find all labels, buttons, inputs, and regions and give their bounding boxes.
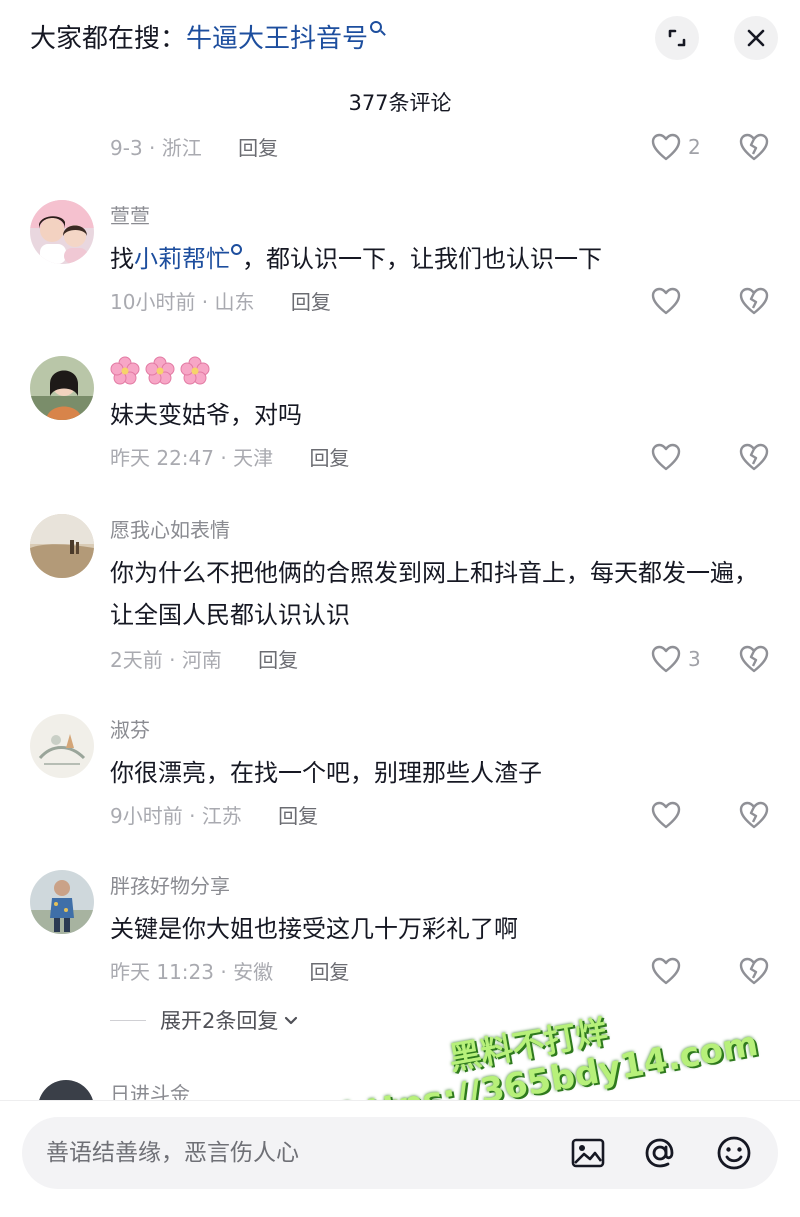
comment-text: 妹夫变姑爷，对吗 [110, 401, 302, 429]
comment-input-placeholder: 善语结善缘，恶言伤人心 [46, 1140, 299, 1166]
close-button[interactable] [734, 16, 778, 60]
like-button[interactable] [650, 442, 688, 472]
reply-button[interactable]: 回复 [258, 648, 298, 672]
like-button[interactable] [650, 800, 688, 830]
expand-replies-button[interactable]: 展开2条回复 [110, 1005, 300, 1035]
comment-meta: 9-3 · 浙江 回复 [110, 136, 279, 160]
search-suggestion-keyword[interactable]: 牛逼大王抖音号 [186, 24, 368, 54]
comment-text: 你很漂亮，在找一个吧，别理那些人渣子 [110, 759, 542, 787]
heart-outline-icon [651, 287, 681, 315]
avatar[interactable] [30, 714, 94, 778]
comment-meta: 2天前 · 河南 回复 [110, 648, 299, 672]
broken-heart-icon [739, 443, 769, 471]
comment-username[interactable]: 愿我心如表情 [110, 516, 230, 544]
comment-meta: 昨天 22:47 · 天津 回复 [110, 446, 350, 470]
comment-meta: 10小时前 · 山东 回复 [110, 290, 331, 314]
dislike-button[interactable] [738, 442, 770, 476]
avatar[interactable] [30, 870, 94, 934]
emoji-icon [717, 1136, 751, 1170]
comment-location: 江苏 [201, 804, 242, 828]
like-button[interactable]: 3 [650, 644, 701, 674]
broken-heart-icon [739, 133, 769, 161]
comment-location: 天津 [233, 446, 274, 470]
comment-search-keyword[interactable]: 小莉帮忙 [134, 245, 230, 273]
at-icon [645, 1138, 674, 1168]
comment-time: 10小时前 [110, 290, 196, 314]
comment-text: 找小莉帮忙 ，都认识一下，让我们也认识一下 [110, 238, 760, 280]
comment-location: 安徽 [233, 960, 274, 984]
comment-time: 9小时前 [110, 804, 183, 828]
comment-username[interactable]: 萱萱 [110, 202, 150, 230]
broken-heart-icon [739, 801, 769, 829]
divider-line [110, 1019, 146, 1021]
heart-outline-icon [651, 801, 681, 829]
close-icon [747, 29, 765, 47]
minimize-button[interactable] [655, 16, 699, 60]
comment-time: 昨天 22:47 [110, 446, 214, 470]
avatar[interactable] [30, 356, 94, 420]
comment-username[interactable]: 淑芬 [110, 716, 150, 744]
expand-replies-label: 展开2条回复 [160, 1009, 279, 1033]
top-bar: 大家都在搜：牛逼大王抖音号 [0, 0, 800, 80]
reply-button[interactable]: 回复 [291, 290, 331, 314]
comment-text-part: 找 [110, 245, 134, 273]
reply-button[interactable]: 回复 [238, 136, 278, 160]
comment-text-part: ，都认识一下，让我们也认识一下 [242, 245, 602, 273]
search-suggestion-prefix: 大家都在搜： [30, 24, 187, 54]
emoji-button[interactable] [712, 1131, 756, 1175]
comment-input-bar: 善语结善缘，恶言伤人心 [0, 1100, 800, 1217]
comment-location: 河南 [181, 648, 222, 672]
comment-time: 9-3 [110, 136, 143, 160]
comment-location: 浙江 [161, 136, 202, 160]
minimize-icon [668, 29, 686, 47]
cherry-blossom-emoji [180, 356, 210, 385]
dislike-button[interactable] [738, 286, 770, 320]
like-button[interactable] [650, 286, 688, 316]
image-button[interactable] [566, 1131, 610, 1175]
dislike-button[interactable] [738, 644, 770, 678]
comment-username[interactable]: 胖孩好物分享 [110, 872, 230, 900]
reply-button[interactable]: 回复 [278, 804, 318, 828]
like-count: 3 [688, 647, 701, 671]
search-suggestion[interactable]: 大家都在搜：牛逼大王抖音号 [30, 21, 383, 56]
like-button[interactable]: 2 [650, 132, 701, 162]
heart-outline-icon [651, 133, 681, 161]
comment-meta: 9小时前 · 江苏 回复 [110, 804, 319, 828]
comment-text: 你为什么不把他俩的合照发到网上和抖音上，每天都发一遍，让全国人民都认识认识 [110, 559, 758, 629]
broken-heart-icon [739, 957, 769, 985]
comment-username[interactable]: 日进斗金 [110, 1080, 190, 1102]
heart-outline-icon [651, 443, 681, 471]
dislike-button[interactable] [738, 800, 770, 834]
like-count: 2 [688, 135, 701, 159]
reply-button[interactable]: 回复 [309, 446, 349, 470]
comment-username[interactable]: 🌸🌸🌸 [110, 356, 215, 386]
search-icon [370, 21, 383, 33]
image-icon [571, 1138, 605, 1168]
avatar[interactable] [30, 200, 94, 264]
dislike-button[interactable] [738, 132, 770, 166]
dislike-button[interactable] [738, 956, 770, 990]
chevron-down-icon [285, 1016, 298, 1025]
comment-meta: 昨天 11:23 · 安徽 回复 [110, 960, 350, 984]
heart-outline-icon [651, 645, 681, 673]
broken-heart-icon [739, 645, 769, 673]
heart-outline-icon [651, 957, 681, 985]
broken-heart-icon [739, 287, 769, 315]
cherry-blossom-emoji [110, 356, 140, 385]
search-icon [231, 244, 242, 255]
cherry-blossom-emoji [145, 356, 175, 385]
comment-time: 2天前 [110, 648, 163, 672]
avatar[interactable] [30, 514, 94, 578]
reply-button[interactable]: 回复 [309, 960, 349, 984]
comment-location: 山东 [214, 290, 255, 314]
comment-count-title: 377条评论 [348, 91, 452, 115]
comment-input[interactable]: 善语结善缘，恶言伤人心 [22, 1117, 778, 1189]
comment-text: 关键是你大姐也接受这几十万彩礼了啊 [110, 915, 518, 943]
mention-button[interactable] [638, 1131, 682, 1175]
like-button[interactable] [650, 956, 688, 986]
comment-time: 昨天 11:23 [110, 960, 214, 984]
